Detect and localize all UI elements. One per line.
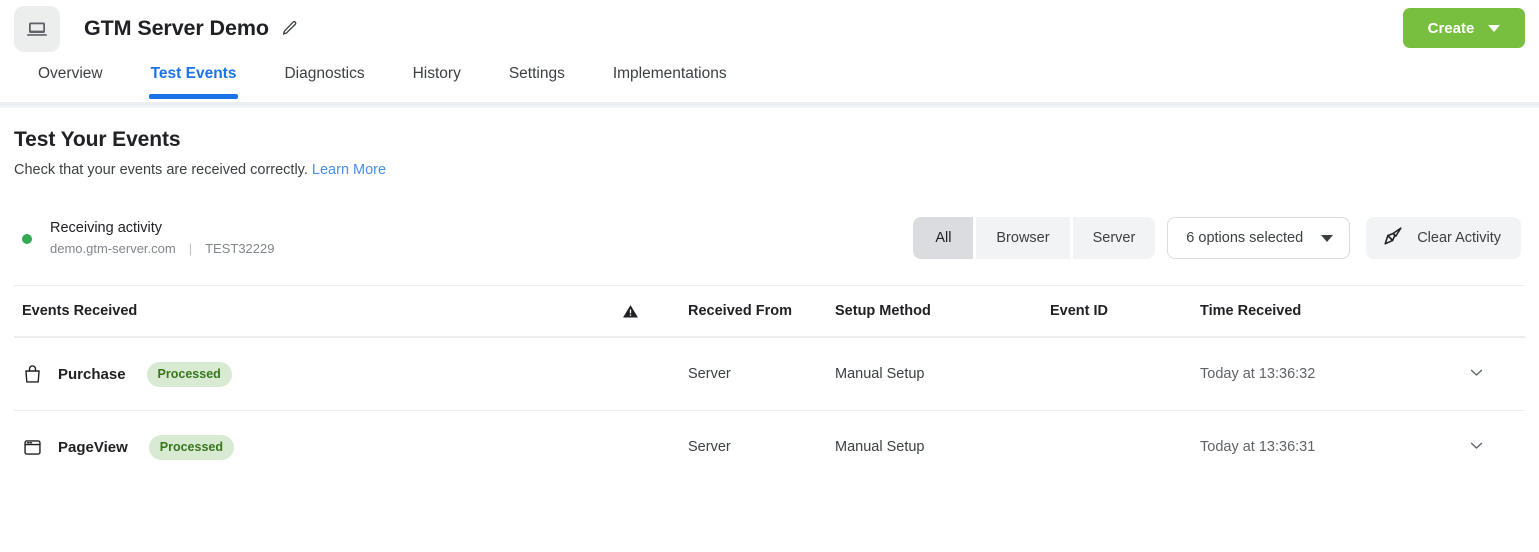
- status-dot-icon: [22, 234, 32, 244]
- pencil-icon[interactable]: [280, 19, 299, 38]
- options-select-value: 6 options selected: [1186, 230, 1303, 246]
- activity-bar: Receiving activity demo.gtm-server.com |…: [14, 209, 1525, 267]
- filter-server-button[interactable]: Server: [1073, 217, 1156, 259]
- column-header-event-id: Event ID: [1050, 303, 1200, 319]
- main-content: Test Your Events Check that your events …: [0, 128, 1539, 483]
- section-subtitle-text: Check that your events are received corr…: [14, 162, 308, 178]
- tab-overview[interactable]: Overview: [14, 57, 127, 95]
- tab-diagnostics[interactable]: Diagnostics: [260, 57, 388, 95]
- event-cell: PageView Processed: [22, 435, 622, 460]
- column-header-time-received: Time Received: [1200, 303, 1465, 319]
- expand-row-button[interactable]: [1465, 364, 1525, 385]
- filter-all-button[interactable]: All: [913, 217, 973, 259]
- status-badge: Processed: [147, 362, 232, 387]
- table-header-row: Events Received Received From Setup Meth…: [14, 285, 1525, 337]
- tab-settings[interactable]: Settings: [485, 57, 589, 95]
- activity-separator: |: [189, 242, 192, 256]
- project-title-wrap: GTM Server Demo: [84, 18, 299, 40]
- event-cell: Purchase Processed: [22, 362, 622, 387]
- tab-history[interactable]: History: [389, 57, 485, 95]
- chevron-down-icon: [1468, 364, 1485, 385]
- activity-meta: demo.gtm-server.com | TEST32229: [50, 242, 274, 256]
- status-badge: Processed: [149, 435, 234, 460]
- activity-status-label: Receiving activity: [50, 221, 274, 237]
- learn-more-link[interactable]: Learn More: [312, 162, 386, 178]
- table-row[interactable]: PageView Processed Server Manual Setup T…: [14, 410, 1525, 483]
- chevron-down-icon: [1488, 25, 1500, 32]
- section-title: Test Your Events: [14, 128, 1525, 151]
- tab-bar: Overview Test Events Diagnostics History…: [0, 57, 1539, 102]
- column-header-received-from: Received From: [688, 303, 835, 319]
- event-name: PageView: [58, 439, 128, 456]
- time-received-cell: Today at 13:36:31: [1200, 439, 1465, 455]
- time-received-cell: Today at 13:36:32: [1200, 366, 1465, 382]
- tab-implementations[interactable]: Implementations: [589, 57, 751, 95]
- browser-window-icon: [22, 437, 43, 458]
- shopping-bag-icon: [22, 364, 43, 385]
- setup-method-cell: Manual Setup: [835, 439, 1050, 455]
- received-from-cell: Server: [688, 439, 835, 455]
- page-title: GTM Server Demo: [84, 18, 269, 40]
- tab-divider: [0, 102, 1539, 108]
- activity-test-id: TEST32229: [205, 242, 274, 256]
- tab-test-events[interactable]: Test Events: [127, 57, 261, 95]
- activity-toolbar: All Browser Server 6 options selected Cl…: [913, 217, 1525, 259]
- clear-activity-label: Clear Activity: [1417, 230, 1501, 246]
- options-select[interactable]: 6 options selected: [1167, 217, 1350, 259]
- chevron-down-icon: [1468, 437, 1485, 458]
- table-row[interactable]: Purchase Processed Server Manual Setup T…: [14, 337, 1525, 410]
- event-name: Purchase: [58, 366, 126, 383]
- chevron-down-icon: [1321, 235, 1333, 242]
- column-header-events: Events Received: [22, 303, 622, 319]
- app-header: GTM Server Demo Create: [0, 0, 1539, 57]
- create-button-label: Create: [1428, 20, 1475, 37]
- setup-method-cell: Manual Setup: [835, 366, 1050, 382]
- activity-text: Receiving activity demo.gtm-server.com |…: [50, 221, 274, 256]
- filter-browser-button[interactable]: Browser: [976, 217, 1069, 259]
- laptop-icon: [14, 6, 60, 52]
- source-filter-group: All Browser Server: [913, 217, 1155, 259]
- section-subtitle: Check that your events are received corr…: [14, 162, 1525, 179]
- expand-row-button[interactable]: [1465, 437, 1525, 458]
- clear-activity-button[interactable]: Clear Activity: [1366, 217, 1521, 259]
- received-from-cell: Server: [688, 366, 835, 382]
- column-header-setup-method: Setup Method: [835, 303, 1050, 319]
- create-button[interactable]: Create: [1403, 8, 1525, 48]
- activity-domain: demo.gtm-server.com: [50, 242, 176, 256]
- brush-icon: [1382, 225, 1404, 251]
- warning-triangle-icon: [622, 303, 688, 320]
- events-table: Events Received Received From Setup Meth…: [14, 285, 1525, 483]
